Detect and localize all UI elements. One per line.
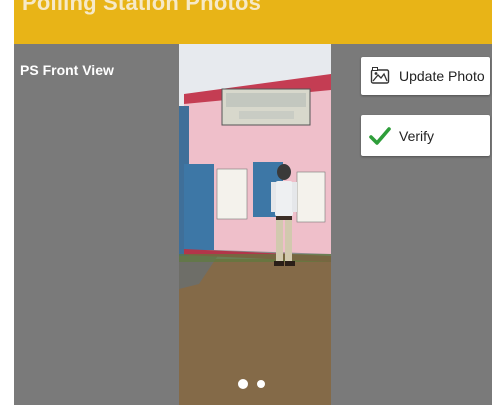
photo-label: PS Front View — [20, 62, 114, 78]
carousel-page-indicator[interactable] — [238, 377, 278, 391]
carousel-dot-1[interactable] — [238, 379, 248, 389]
app-header: Polling Station Photos — [14, 0, 492, 44]
verify-label: Verify — [399, 127, 435, 144]
polling-station-photo — [179, 44, 331, 405]
checkmark-icon — [369, 125, 391, 147]
photo-carousel[interactable] — [179, 44, 331, 405]
page-title: Polling Station Photos — [22, 0, 262, 15]
carousel-dot-2[interactable] — [257, 380, 265, 388]
image-icon — [369, 65, 391, 87]
verify-button[interactable]: Verify — [361, 115, 490, 156]
update-photo-button[interactable]: Update Photo — [361, 57, 490, 95]
update-photo-label: Update Photo — [399, 68, 485, 84]
